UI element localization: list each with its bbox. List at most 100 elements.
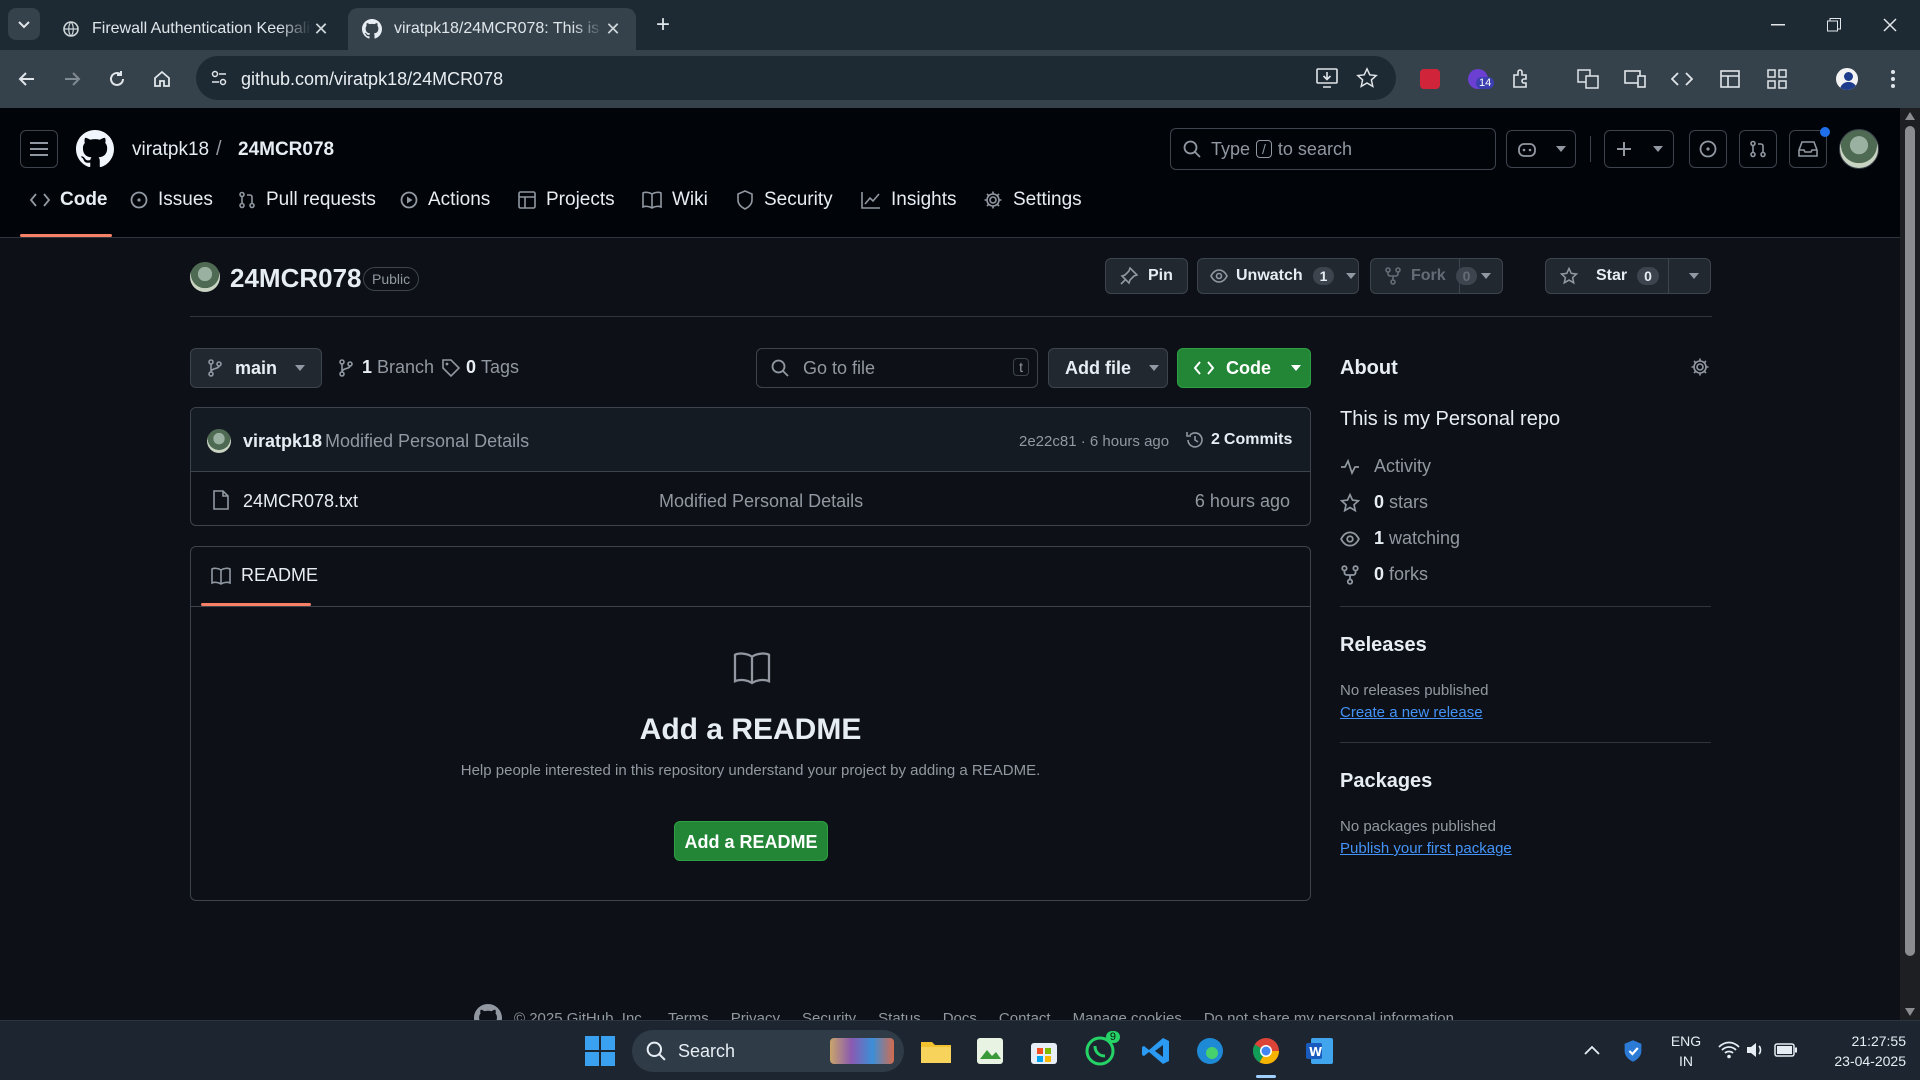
forks-link[interactable]: 0 forks (1340, 564, 1428, 585)
taskbar-whatsapp[interactable]: 9 (1080, 1031, 1120, 1071)
page-scrollbar[interactable] (1900, 108, 1920, 1020)
volume-icon[interactable] (1746, 1041, 1768, 1059)
install-app-icon[interactable] (1316, 68, 1338, 88)
about-settings-gear-icon[interactable] (1690, 357, 1710, 377)
browser-menu-button[interactable] (1878, 64, 1908, 94)
close-window-button[interactable] (1870, 10, 1910, 40)
site-info-icon[interactable] (210, 69, 228, 87)
add-readme-button[interactable]: Add a README (674, 821, 828, 861)
browser-tab-github[interactable]: viratpk18/24MCR078: This is my Personal … (348, 8, 636, 50)
footer-link-privacy[interactable]: Privacy (731, 1010, 780, 1021)
create-new-button[interactable] (1604, 130, 1674, 168)
branch-selector[interactable]: main (190, 348, 322, 388)
close-tab-icon[interactable]: ✕ (604, 19, 622, 40)
footer-link-cookies[interactable]: Manage cookies (1073, 1010, 1182, 1021)
issues-shortcut-button[interactable] (1689, 130, 1727, 168)
activity-link[interactable]: Activity (1340, 456, 1431, 477)
apps-button[interactable] (1762, 64, 1792, 94)
table-row[interactable]: 24MCR078.txt Modified Personal Details 6… (191, 472, 1310, 525)
extensions-button[interactable] (1506, 64, 1536, 94)
home-button[interactable] (147, 64, 177, 94)
footer-link-status[interactable]: Status (878, 1010, 921, 1021)
tab-pull-requests[interactable]: Pull requests (238, 180, 376, 220)
create-release-link[interactable]: Create a new release (1340, 704, 1483, 721)
footer-link-contact[interactable]: Contact (999, 1010, 1051, 1021)
reload-button[interactable] (102, 64, 132, 94)
branches-link[interactable]: 1 Branch (338, 357, 434, 378)
tab-security[interactable]: Security (736, 180, 833, 220)
pin-button[interactable]: Pin (1105, 258, 1188, 294)
new-tab-button[interactable]: + (650, 12, 676, 38)
chevron-up-icon[interactable] (1584, 1045, 1600, 1055)
profile-button[interactable] (1832, 64, 1862, 94)
taskbar-photos[interactable] (970, 1031, 1010, 1071)
commit-author[interactable]: viratpk18 (243, 431, 322, 452)
repo-link[interactable]: 24MCR078 (238, 139, 334, 161)
start-button[interactable] (580, 1031, 620, 1071)
stars-link[interactable]: 0 stars (1340, 492, 1428, 513)
packages-title[interactable]: Packages (1340, 770, 1432, 793)
browser-tab-firewall[interactable]: Firewall Authentication Keepalive ✕ (48, 8, 344, 50)
code-dropdown-button[interactable]: Code (1177, 348, 1311, 388)
minimize-button[interactable] (1758, 10, 1798, 40)
footer-link-terms[interactable]: Terms (668, 1010, 709, 1021)
global-search-input[interactable]: Type / to search (1170, 128, 1496, 170)
taskbar-edge[interactable] (1190, 1031, 1230, 1071)
tab-layout-button[interactable] (1715, 64, 1745, 94)
devtools-button[interactable] (1667, 64, 1697, 94)
tab-issues[interactable]: Issues (130, 180, 213, 220)
star-button[interactable]: Star 0 (1545, 258, 1711, 294)
readme-tab[interactable]: README (211, 565, 318, 586)
add-file-button[interactable]: Add file (1048, 348, 1168, 388)
publish-package-link[interactable]: Publish your first package (1340, 840, 1512, 857)
extension-red-button[interactable] (1415, 64, 1445, 94)
scrollbar-thumb[interactable] (1905, 126, 1915, 956)
unwatch-button[interactable]: Unwatch 1 (1197, 258, 1359, 294)
file-name[interactable]: 24MCR078.txt (243, 491, 358, 512)
copilot-button[interactable] (1506, 130, 1576, 168)
taskbar-chrome[interactable] (1246, 1031, 1286, 1071)
commits-history-link[interactable]: 2 Commits (1185, 430, 1292, 450)
footer-link-do-not-share[interactable]: Do not share my personal information (1204, 1010, 1454, 1021)
releases-title[interactable]: Releases (1340, 634, 1427, 657)
tab-search-button[interactable] (8, 8, 40, 40)
forward-button[interactable] (57, 64, 87, 94)
fork-button[interactable]: Fork 0 (1370, 258, 1503, 294)
owner-link[interactable]: viratpk18 (132, 139, 209, 161)
tab-wiki[interactable]: Wiki (642, 180, 708, 220)
go-to-file-input[interactable]: Go to file t (756, 348, 1038, 388)
commit-message[interactable]: Modified Personal Details (325, 431, 529, 452)
github-logo-icon[interactable] (76, 130, 114, 168)
watching-link[interactable]: 1 watching (1340, 528, 1460, 549)
pull-requests-shortcut-button[interactable] (1739, 130, 1777, 168)
commit-hash-time[interactable]: 2e22c81 · 6 hours ago (1019, 433, 1169, 450)
notifications-button[interactable] (1789, 127, 1830, 168)
taskbar-file-explorer[interactable] (916, 1031, 956, 1071)
tags-link[interactable]: 0 Tags (442, 357, 519, 378)
extension-badge-button[interactable]: 14 (1463, 64, 1495, 94)
taskbar-store[interactable] (1024, 1031, 1064, 1071)
footer-link-docs[interactable]: Docs (943, 1010, 977, 1021)
wifi-icon[interactable] (1718, 1041, 1740, 1059)
tab-code[interactable]: Code (30, 180, 108, 220)
tab-insights[interactable]: Insights (861, 180, 956, 220)
back-button[interactable] (12, 64, 42, 94)
taskbar-search[interactable]: Search (632, 1030, 904, 1072)
global-nav-menu-button[interactable] (20, 130, 58, 168)
defender-shield-icon[interactable] (1622, 1039, 1644, 1063)
clock[interactable]: 21:27:55 23-04-2025 (1806, 1031, 1906, 1071)
close-tab-icon[interactable]: ✕ (312, 19, 330, 40)
scroll-up-icon[interactable] (1905, 112, 1915, 120)
scroll-down-icon[interactable] (1905, 1008, 1915, 1016)
repo-title[interactable]: 24MCR078 (230, 263, 362, 294)
restore-button[interactable] (1814, 10, 1854, 40)
tab-actions[interactable]: Actions (400, 180, 490, 220)
file-commit-message[interactable]: Modified Personal Details (659, 491, 863, 512)
taskbar-word[interactable]: W (1300, 1031, 1340, 1071)
tab-settings[interactable]: Settings (983, 180, 1082, 220)
address-bar[interactable]: github.com/viratpk18/24MCR078 (196, 56, 1396, 100)
user-avatar[interactable] (1839, 129, 1879, 169)
battery-icon[interactable] (1774, 1043, 1798, 1057)
footer-link-security[interactable]: Security (802, 1010, 856, 1021)
bookmark-star-icon[interactable] (1356, 67, 1378, 89)
